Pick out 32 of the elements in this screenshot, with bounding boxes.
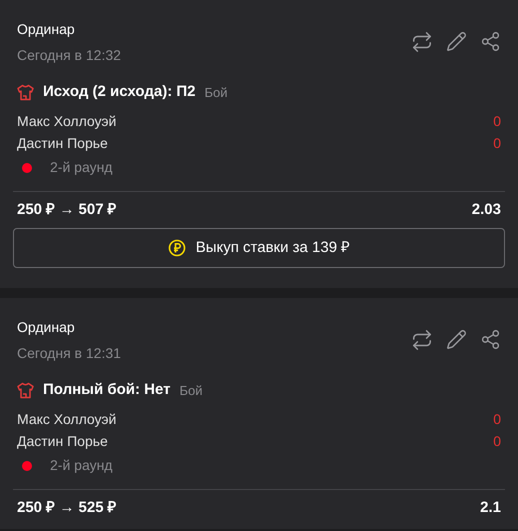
- ruble-coin-icon: [168, 239, 186, 257]
- share-icon[interactable]: [480, 31, 501, 52]
- participant-name: Макс Холлоуэй: [17, 112, 116, 131]
- bet-type: Ординар: [17, 318, 76, 337]
- shirt-icon: [17, 382, 34, 399]
- bet-type: Ординар: [17, 20, 76, 39]
- participant-score: 0: [493, 432, 501, 450]
- participant-name: Дастин Порье: [17, 134, 108, 153]
- participant-score: 0: [493, 410, 501, 428]
- round-status: 2-й раунд: [50, 456, 112, 475]
- edit-icon[interactable]: [446, 329, 467, 350]
- market-label: Бой: [204, 84, 228, 102]
- repeat-icon[interactable]: [411, 329, 433, 351]
- participant-name: Дастин Порье: [17, 432, 108, 451]
- participant-score: 0: [493, 112, 501, 130]
- bet-date: Сегодня в 12:32: [17, 46, 121, 65]
- cashout-button[interactable]: Выкуп ставки за 139 ₽: [13, 228, 505, 268]
- bet-date: Сегодня в 12:31: [17, 344, 121, 363]
- bet-outcome: Полный бой: Нет: [43, 380, 170, 400]
- odds-value: 2.03: [472, 200, 501, 220]
- odds-value: 2.1: [480, 498, 501, 518]
- participant-name: Макс Холлоуэй: [17, 410, 116, 429]
- repeat-icon[interactable]: [411, 31, 433, 53]
- stake-payout: 250 ₽ → 525 ₽: [17, 498, 117, 518]
- shirt-icon: [17, 84, 34, 101]
- edit-icon[interactable]: [446, 31, 467, 52]
- stake-payout: 250 ₽ → 507 ₽: [17, 200, 117, 220]
- round-status: 2-й раунд: [50, 158, 112, 177]
- participant-score: 0: [493, 134, 501, 152]
- share-icon[interactable]: [480, 329, 501, 350]
- bet-outcome: Исход (2 исхода): П2: [43, 82, 196, 102]
- market-label: Бой: [180, 382, 203, 400]
